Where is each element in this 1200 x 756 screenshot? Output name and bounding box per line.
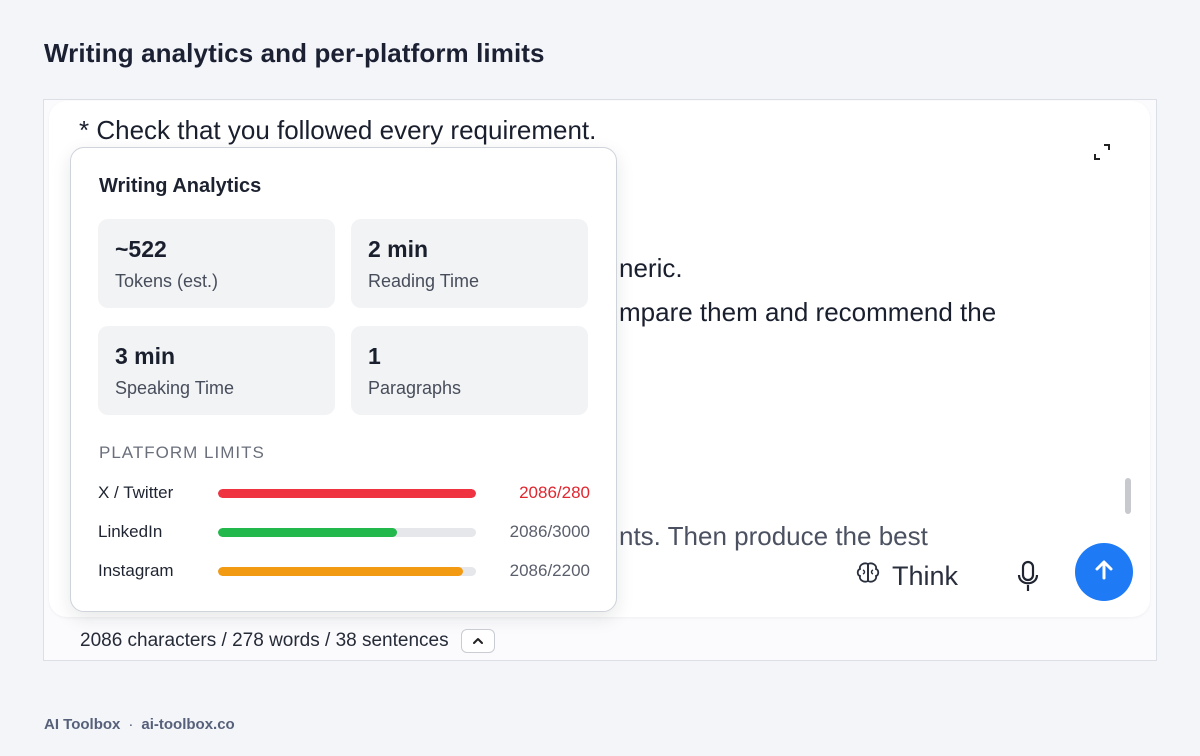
scrollbar-thumb[interactable] (1125, 478, 1131, 514)
brand-separator: · (128, 716, 134, 733)
stat-value: 3 min (115, 343, 176, 369)
editor-line: neric. (619, 253, 683, 283)
limit-progress-fill (218, 567, 463, 576)
platform-count: 2086/280 (519, 483, 590, 502)
stat-card-tokens: ~522 Tokens (est.) (98, 219, 335, 308)
brain-icon (854, 559, 882, 594)
page-title: Writing analytics and per-platform limit… (44, 38, 545, 68)
stat-label: Paragraphs (368, 378, 462, 398)
platform-count: 2086/2200 (509, 561, 590, 580)
microphone-icon[interactable] (1013, 559, 1043, 595)
brand-footer: AI Toolbox · ai-toolbox.co (44, 716, 235, 733)
platform-name: LinkedIn (98, 522, 163, 541)
stat-label: Tokens (est.) (115, 271, 219, 291)
platform-count: 2086/3000 (509, 522, 590, 541)
editor-line: * Check that you followed every requirem… (79, 115, 597, 145)
brand-name: AI Toolbox (44, 716, 121, 733)
analytics-title: Writing Analytics (99, 175, 262, 197)
writing-analytics-popover: Writing Analytics ~522 Tokens (est.) 2 m… (70, 147, 617, 612)
platform-limit-row: X / Twitter 2086/280 (98, 483, 590, 507)
limit-progress-bar (218, 528, 476, 537)
limit-progress-fill (218, 528, 398, 537)
stat-value: ~522 (115, 236, 167, 262)
platform-name: Instagram (98, 561, 174, 580)
platform-limit-row: Instagram 2086/2200 (98, 561, 590, 585)
text-stats-bar: 2086 characters / 278 words / 38 sentenc… (80, 629, 495, 653)
arrow-up-icon (1092, 558, 1116, 587)
stat-label: Reading Time (368, 271, 480, 291)
stat-value: 1 (368, 343, 381, 369)
collapse-analytics-button[interactable] (460, 629, 495, 653)
brand-domain[interactable]: ai-toolbox.co (141, 716, 234, 733)
stat-card-speaking-time: 3 min Speaking Time (98, 326, 335, 415)
limit-progress-bar (218, 489, 476, 498)
platform-limit-row: LinkedIn 2086/3000 (98, 522, 590, 546)
stat-card-reading-time: 2 min Reading Time (351, 219, 588, 308)
think-button[interactable]: Think (854, 556, 958, 596)
limit-progress-bar (218, 567, 476, 576)
editor-line: mpare them and recommend the (619, 297, 997, 327)
stat-card-paragraphs: 1 Paragraphs (351, 326, 588, 415)
limit-progress-fill (218, 489, 476, 498)
chevron-up-icon (471, 630, 485, 652)
text-stats: 2086 characters / 278 words / 38 sentenc… (80, 630, 449, 651)
send-button[interactable] (1075, 543, 1133, 601)
platform-limits-heading: PLATFORM LIMITS (99, 443, 265, 462)
editor-line: nts. Then produce the best (619, 521, 928, 551)
stat-value: 2 min (368, 236, 429, 262)
stat-label: Speaking Time (115, 378, 235, 398)
think-label: Think (892, 560, 959, 591)
expand-icon[interactable] (1089, 139, 1115, 165)
platform-name: X / Twitter (98, 483, 174, 502)
